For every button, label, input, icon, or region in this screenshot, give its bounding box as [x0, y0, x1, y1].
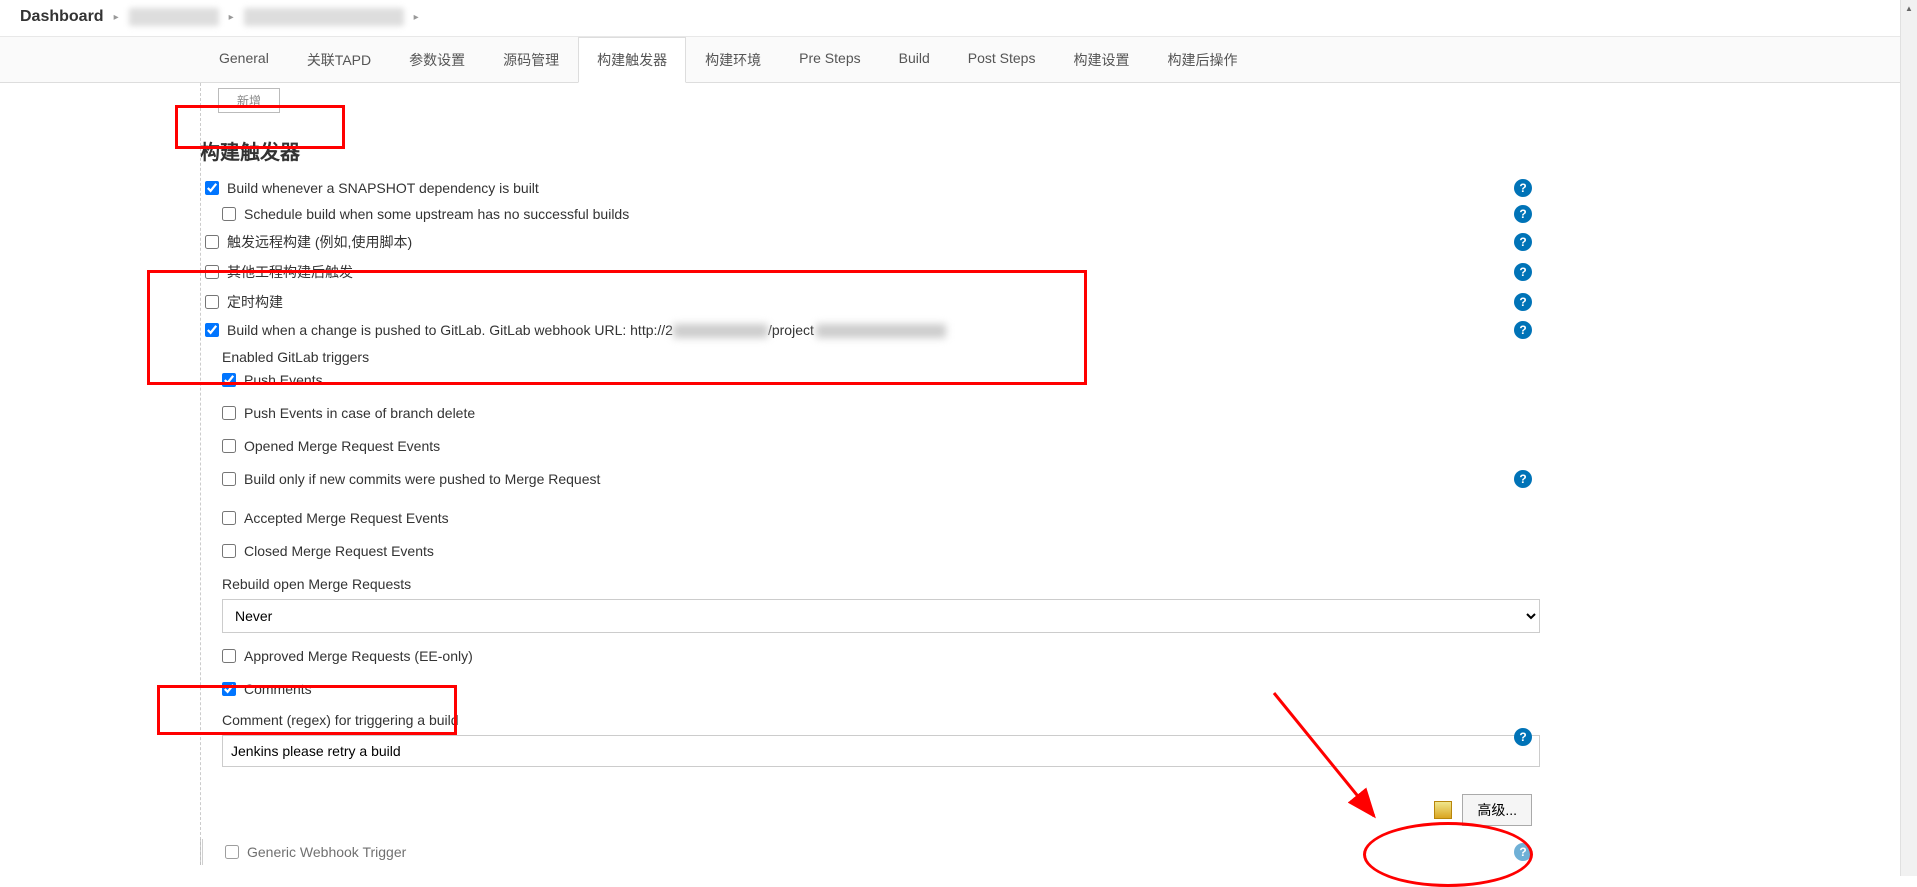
- comment-regex-label: Comment (regex) for triggering a build: [222, 712, 459, 728]
- trigger-gitlab-row: Build when a change is pushed to GitLab.…: [200, 317, 1540, 343]
- gitlab-approved-mr-checkbox[interactable]: [222, 649, 236, 663]
- trigger-schedule-upstream-checkbox[interactable]: [222, 207, 236, 221]
- advanced-button-row: 高级...: [200, 772, 1540, 834]
- help-icon[interactable]: ?: [1514, 179, 1532, 197]
- tab-params[interactable]: 参数设置: [390, 37, 484, 82]
- tab-build-env[interactable]: 构建环境: [686, 37, 780, 82]
- notepad-icon[interactable]: [1434, 801, 1452, 819]
- gitlab-label-suffix: /project: [768, 322, 814, 338]
- gitlab-accepted-mr-row: Accepted Merge Request Events: [200, 492, 1540, 531]
- tab-tapd[interactable]: 关联TAPD: [288, 37, 390, 82]
- section-title: 构建触发器: [200, 121, 1540, 173]
- trigger-snapshot-row: Build whenever a SNAPSHOT dependency is …: [200, 175, 1540, 201]
- gitlab-new-commits-mr-label: Build only if new commits were pushed to…: [244, 471, 600, 487]
- content-area: 新增 构建触发器 Build whenever a SNAPSHOT depen…: [0, 83, 1560, 865]
- gitlab-comments-label: Comments: [244, 681, 312, 697]
- gitlab-comments-row: Comments: [200, 669, 1540, 702]
- help-icon[interactable]: ?: [1514, 843, 1532, 861]
- gitlab-label-prefix: Build when a change is pushed to GitLab.…: [227, 322, 673, 338]
- gitlab-push-events-checkbox[interactable]: [222, 373, 236, 387]
- config-tabs: General 关联TAPD 参数设置 源码管理 构建触发器 构建环境 Pre …: [0, 37, 1917, 83]
- tab-build[interactable]: Build: [880, 37, 949, 82]
- breadcrumb: Dashboard ▸ ▸ ▸: [0, 0, 1917, 37]
- breadcrumb-sep-icon: ▸: [229, 12, 234, 23]
- tab-build-settings[interactable]: 构建设置: [1054, 37, 1148, 82]
- tab-general[interactable]: General: [200, 37, 288, 82]
- trigger-snapshot-checkbox[interactable]: [205, 181, 219, 195]
- trigger-schedule-upstream-label: Schedule build when some upstream has no…: [244, 206, 629, 222]
- trigger-gitlab-checkbox[interactable]: [205, 323, 219, 337]
- gitlab-accepted-mr-checkbox[interactable]: [222, 511, 236, 525]
- help-icon[interactable]: ?: [1514, 293, 1532, 311]
- gitlab-opened-mr-row: Opened Merge Request Events: [200, 426, 1540, 459]
- gitlab-approved-mr-label: Approved Merge Requests (EE-only): [244, 648, 473, 664]
- gitlab-push-delete-label: Push Events in case of branch delete: [244, 405, 475, 421]
- trigger-periodic-checkbox[interactable]: [205, 295, 219, 309]
- tab-pre-steps[interactable]: Pre Steps: [780, 37, 879, 82]
- tab-post-build[interactable]: 构建后操作: [1148, 37, 1256, 82]
- rebuild-mr-label: Rebuild open Merge Requests: [200, 564, 1540, 594]
- comment-regex-label-row: Comment (regex) for triggering a build ?: [200, 702, 1540, 730]
- gitlab-accepted-mr-label: Accepted Merge Request Events: [244, 510, 449, 526]
- generic-webhook-row: Generic Webhook Trigger ?: [200, 839, 1540, 865]
- help-icon[interactable]: ?: [1514, 263, 1532, 281]
- comment-regex-input[interactable]: [222, 735, 1540, 767]
- gitlab-comments-checkbox[interactable]: [222, 682, 236, 696]
- gitlab-closed-mr-checkbox[interactable]: [222, 544, 236, 558]
- trigger-remote-row: 触发远程构建 (例如,使用脚本) ?: [200, 227, 1540, 257]
- gitlab-push-delete-row: Push Events in case of branch delete: [200, 393, 1540, 426]
- vertical-scrollbar[interactable]: ▲: [1900, 0, 1917, 876]
- help-icon[interactable]: ?: [1514, 321, 1532, 339]
- gitlab-approved-mr-row: Approved Merge Requests (EE-only): [200, 638, 1540, 669]
- breadcrumb-sep-icon: ▸: [414, 12, 419, 23]
- breadcrumb-item-redacted-2[interactable]: [244, 8, 404, 26]
- help-icon[interactable]: ?: [1514, 233, 1532, 251]
- gitlab-new-commits-mr-checkbox[interactable]: [222, 472, 236, 486]
- tab-post-steps[interactable]: Post Steps: [949, 37, 1055, 82]
- add-button[interactable]: 新增: [218, 88, 280, 113]
- trigger-gitlab-label: Build when a change is pushed to GitLab.…: [227, 322, 946, 338]
- tab-scm[interactable]: 源码管理: [484, 37, 578, 82]
- gitlab-closed-mr-label: Closed Merge Request Events: [244, 543, 434, 559]
- gitlab-opened-mr-checkbox[interactable]: [222, 439, 236, 453]
- gitlab-opened-mr-label: Opened Merge Request Events: [244, 438, 440, 454]
- trigger-snapshot-label: Build whenever a SNAPSHOT dependency is …: [227, 180, 539, 196]
- trigger-periodic-label: 定时构建: [227, 292, 283, 312]
- help-icon[interactable]: ?: [1514, 205, 1532, 223]
- trigger-schedule-upstream-row: Schedule build when some upstream has no…: [200, 201, 1540, 227]
- redacted-url-1: [673, 324, 768, 338]
- trigger-other-project-row: 其他工程构建后触发 ?: [200, 257, 1540, 287]
- trigger-other-project-checkbox[interactable]: [205, 265, 219, 279]
- generic-webhook-checkbox[interactable]: [225, 845, 239, 859]
- breadcrumb-sep-icon: ▸: [114, 12, 119, 23]
- breadcrumb-root[interactable]: Dashboard: [20, 8, 104, 26]
- gitlab-new-commits-mr-row: Build only if new commits were pushed to…: [200, 459, 1540, 492]
- help-icon[interactable]: ?: [1514, 470, 1532, 488]
- trigger-other-project-label: 其他工程构建后触发: [227, 262, 353, 282]
- breadcrumb-item-redacted-1[interactable]: [129, 8, 219, 26]
- gitlab-push-delete-checkbox[interactable]: [222, 406, 236, 420]
- trigger-remote-label: 触发远程构建 (例如,使用脚本): [227, 232, 412, 252]
- generic-webhook-label: Generic Webhook Trigger: [247, 844, 406, 860]
- rebuild-mr-select[interactable]: Never: [222, 599, 1540, 633]
- gitlab-enabled-triggers-label: Enabled GitLab triggers: [200, 343, 1540, 367]
- scroll-up-icon[interactable]: ▲: [1901, 0, 1917, 17]
- trigger-periodic-row: 定时构建 ?: [200, 287, 1540, 317]
- gitlab-push-events-label: Push Events: [244, 372, 323, 388]
- tab-build-triggers[interactable]: 构建触发器: [578, 37, 686, 83]
- redacted-url-2: [816, 324, 946, 338]
- advanced-button[interactable]: 高级...: [1462, 794, 1532, 826]
- gitlab-closed-mr-row: Closed Merge Request Events: [200, 531, 1540, 564]
- gitlab-push-events-row: Push Events: [200, 367, 1540, 393]
- trigger-remote-checkbox[interactable]: [205, 235, 219, 249]
